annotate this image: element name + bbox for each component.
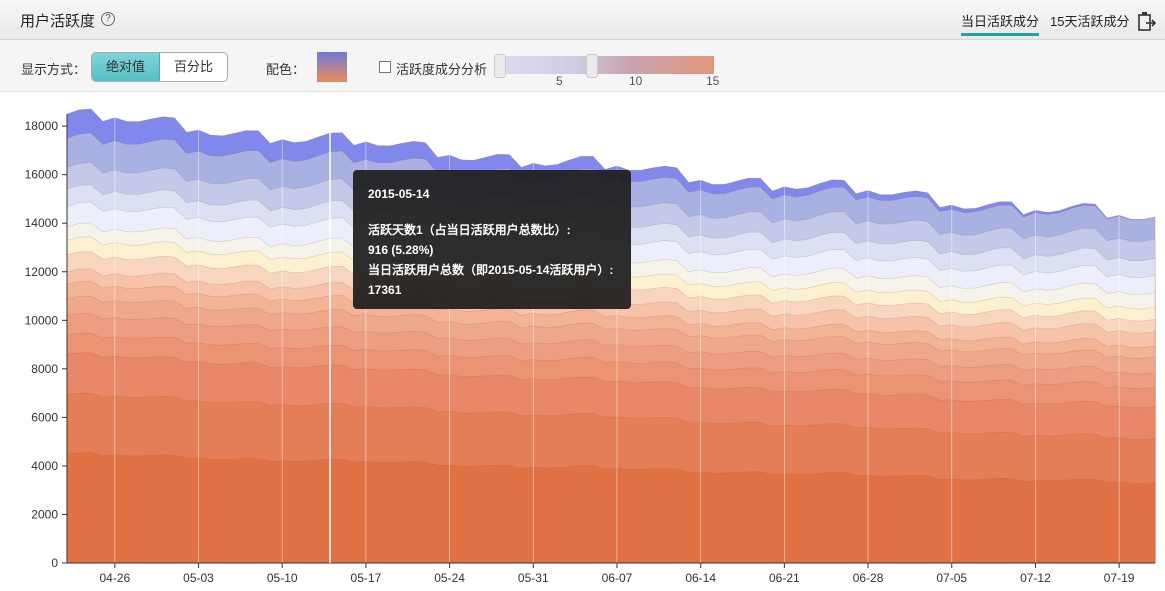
y-tick-label: 2000 (31, 507, 58, 521)
stacked-area-chart[interactable]: 0 2000 4000 6000 8000 10000 12000 14000 16000 180… (0, 92, 1165, 591)
x-tick-label: 05-24 (434, 571, 465, 585)
y-tick-label: 14000 (25, 216, 59, 230)
x-tick-label: 06-28 (853, 571, 884, 585)
color-scheme-label: 配色： (266, 62, 306, 77)
y-tick-label: 18000 (25, 119, 59, 133)
help-icon[interactable]: ? (101, 12, 115, 26)
y-tick-label: 4000 (31, 459, 58, 473)
x-tick-label: 04-26 (99, 571, 130, 585)
tooltip-total-value: 17361 (368, 283, 402, 297)
slider-handle-left[interactable] (494, 54, 506, 78)
x-tick-label: 06-21 (769, 571, 800, 585)
display-mode-label: 显示方式： (21, 62, 87, 77)
slider-handle-right[interactable] (586, 54, 598, 78)
x-tick-label: 06-14 (685, 571, 716, 585)
y-tick-label: 0 (51, 556, 58, 570)
x-tick-label: 05-31 (518, 571, 549, 585)
title-bar: 用户活跃度 ? 当日活跃成分 15天活跃成分 (0, 0, 1165, 40)
tooltip-value-line: 916 (5.28%) (368, 243, 434, 257)
y-tick-label: 10000 (25, 313, 59, 327)
slider-tick-10: 10 (629, 74, 643, 88)
tooltip-total-line: 当日活跃用户总数（即2015-05-14活跃用户）: (368, 263, 614, 277)
x-tick-label: 07-19 (1104, 571, 1135, 585)
y-tick-label: 8000 (31, 362, 58, 376)
x-tick-label: 07-05 (936, 571, 967, 585)
x-tick-label: 07-12 (1020, 571, 1051, 585)
x-tick-label: 05-17 (351, 571, 382, 585)
export-icon[interactable] (1137, 10, 1157, 32)
tooltip-date: 2015-05-14 (368, 187, 430, 201)
page-title: 用户活跃度 (20, 13, 96, 30)
slider-tick-5: 5 (556, 74, 563, 88)
x-tick-label: 05-03 (183, 571, 214, 585)
data-tooltip: 2015-05-14 活跃天数1（占当日活跃用户总数比）: 916 (5.28%… (353, 170, 631, 309)
absolute-value-button[interactable]: 绝对值 (92, 53, 161, 81)
y-tick-label: 6000 (31, 410, 58, 424)
composition-analysis-checkbox[interactable] (379, 61, 391, 73)
tab-daily-composition[interactable]: 当日活跃成分 (961, 11, 1040, 36)
y-tick-label: 16000 (25, 168, 59, 182)
x-tick-label: 05-10 (267, 571, 298, 585)
percentage-button[interactable]: 百分比 (160, 53, 227, 81)
activity-range-slider[interactable] (499, 56, 714, 74)
toolbar: 显示方式： 绝对值 百分比 配色： 活跃度成分分析 5 10 15 (0, 40, 1165, 92)
tooltip-series-line: 活跃天数1（占当日活跃用户总数比）: (368, 223, 571, 237)
tab-15day-composition[interactable]: 15天活跃成分 (1050, 11, 1129, 30)
composition-analysis-label: 活跃度成分分析 (396, 62, 488, 77)
display-mode-toggle: 绝对值 百分比 (91, 52, 229, 82)
color-scheme-picker[interactable] (317, 52, 347, 82)
x-tick-label: 06-07 (602, 571, 633, 585)
slider-tick-15: 15 (706, 74, 720, 88)
y-tick-label: 12000 (25, 265, 59, 279)
